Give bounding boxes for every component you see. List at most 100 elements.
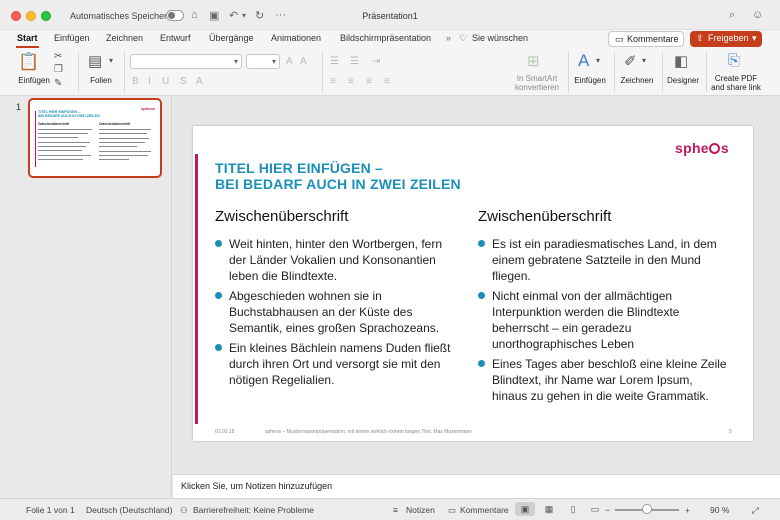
- notes-pane[interactable]: Klicken Sie, um Notizen hinzuzufügen: [173, 474, 780, 498]
- align-left-icon[interactable]: ≡: [330, 76, 336, 90]
- slides-dropdown-icon[interactable]: ▾: [109, 56, 113, 65]
- new-slide-icon[interactable]: ▤: [88, 52, 102, 70]
- account-icon[interactable]: ☺: [752, 9, 763, 21]
- tab-zeichnen[interactable]: Zeichnen: [106, 33, 143, 43]
- font-color-icon[interactable]: A: [196, 76, 203, 90]
- font-family-select[interactable]: ▾: [130, 54, 242, 69]
- language-indicator[interactable]: Deutsch (Deutschland): [86, 505, 172, 515]
- bullet-item: Eines Tages aber beschloß eine kleine Ze…: [478, 356, 728, 404]
- pdf-label-2[interactable]: and share link: [710, 83, 762, 93]
- accessibility-status[interactable]: Barrierefreiheit: Keine Probleme: [193, 505, 314, 515]
- notes-placeholder[interactable]: Klicken Sie, um Notizen hinzuzufügen: [181, 481, 332, 491]
- thumbnail-text-line: [38, 159, 83, 160]
- insert-label[interactable]: Einfügen: [572, 76, 608, 86]
- zoom-in-icon[interactable]: +: [685, 505, 690, 515]
- indent-icon[interactable]: ⇥: [372, 56, 380, 70]
- bold-icon[interactable]: B: [132, 76, 139, 90]
- slideshow-icon[interactable]: ▭: [585, 502, 605, 516]
- tab-start[interactable]: Start: [17, 33, 38, 43]
- paste-icon[interactable]: 📋: [18, 52, 39, 72]
- right-subheading[interactable]: Zwischenüberschrift: [478, 208, 611, 225]
- search-icon[interactable]: ⌕: [729, 9, 735, 22]
- accessibility-icon[interactable]: ⚇: [180, 505, 188, 516]
- comments-button[interactable]: ▭ Kommentare: [608, 31, 684, 47]
- thumbnail-title: TITEL HIER EINFÜGEN – BEI BEDARF AUCH IN …: [38, 110, 100, 118]
- slide-sorter-icon[interactable]: ▦: [539, 502, 559, 516]
- left-bullet-list[interactable]: Weit hinten, hinter den Wortbergen, fern…: [215, 236, 460, 392]
- italic-icon[interactable]: I: [148, 76, 151, 90]
- zoom-level[interactable]: 90 %: [710, 505, 729, 515]
- fit-to-window-icon[interactable]: ⤢: [752, 505, 759, 516]
- slide-title-line1: TITEL HIER EINFÜGEN –: [215, 160, 384, 176]
- thumbnail-accent-bar: [35, 111, 36, 167]
- tab-uebergaenge[interactable]: Übergänge: [209, 33, 254, 43]
- pdf-icon[interactable]: ⎘: [728, 52, 740, 69]
- notes-toggle[interactable]: Notizen: [406, 505, 435, 515]
- reading-view-icon[interactable]: ▯: [563, 502, 583, 516]
- increase-font-icon[interactable]: A: [286, 56, 293, 70]
- ribbon-divider: [614, 52, 615, 92]
- left-subheading[interactable]: Zwischenüberschrift: [215, 208, 348, 225]
- align-right-icon[interactable]: ≡: [366, 76, 372, 90]
- normal-view-icon[interactable]: ▣: [515, 502, 535, 516]
- slide-accent-bar: [195, 154, 198, 424]
- align-center-icon[interactable]: ≡: [348, 76, 354, 90]
- close-window-button[interactable]: [11, 11, 21, 21]
- comments-icon[interactable]: ▭: [448, 505, 456, 516]
- draw-dropdown-icon[interactable]: ▾: [642, 56, 646, 65]
- format-painter-icon[interactable]: ✎: [54, 78, 62, 89]
- draw-label[interactable]: Zeichnen: [618, 76, 656, 86]
- thumbnail-text-line: [99, 159, 129, 160]
- slide-title[interactable]: TITEL HIER EINFÜGEN – BEI BEDARF AUCH IN…: [215, 160, 461, 192]
- insert-dropdown-icon[interactable]: ▾: [596, 56, 600, 65]
- undo-icon[interactable]: ↶: [229, 9, 238, 22]
- draw-icon[interactable]: ✐: [624, 52, 637, 70]
- bullets-icon[interactable]: ☰: [330, 56, 339, 70]
- slide[interactable]: sphe s TITEL HIER EINFÜGEN – BEI BEDARF A…: [193, 126, 753, 441]
- undo-dropdown-icon[interactable]: ▾: [242, 11, 246, 20]
- ribbon-divider: [124, 52, 125, 92]
- notes-icon[interactable]: ≡: [393, 505, 398, 515]
- tab-einfuegen[interactable]: Einfügen: [54, 33, 90, 43]
- numbering-icon[interactable]: ☰: [350, 56, 359, 70]
- comment-icon: ▭: [615, 34, 624, 44]
- title-bar: Automatisches Speichern ⌂ ▣ ↶ ▾ ↻ ··· Pr…: [0, 0, 780, 30]
- more-tabs-icon[interactable]: »: [446, 33, 451, 43]
- slide-thumbnail[interactable]: TITEL HIER EINFÜGEN – BEI BEDARF AUCH IN …: [28, 98, 162, 178]
- ribbon-divider: [78, 52, 79, 92]
- tab-animationen[interactable]: Animationen: [271, 33, 321, 43]
- tell-me-search[interactable]: Sie wünschen: [472, 33, 528, 43]
- tab-entwurf[interactable]: Entwurf: [160, 33, 191, 43]
- font-size-select[interactable]: ▾: [246, 54, 280, 69]
- designer-icon[interactable]: ◧: [674, 52, 688, 70]
- strikethrough-icon[interactable]: S: [180, 76, 187, 90]
- autosave-toggle[interactable]: [166, 10, 184, 21]
- thumbnail-text-line: [99, 146, 137, 147]
- tab-bildschirmpraesentation[interactable]: Bildschirmpräsentation: [340, 33, 431, 43]
- comments-toggle[interactable]: Kommentare: [460, 505, 509, 515]
- save-icon[interactable]: ▣: [209, 9, 219, 22]
- paste-label[interactable]: Einfügen: [14, 76, 54, 86]
- thumbnail-text-line: [99, 129, 151, 130]
- home-icon[interactable]: ⌂: [191, 9, 198, 21]
- insert-shape-icon[interactable]: A: [578, 51, 589, 71]
- logo-ring: [709, 143, 721, 154]
- zoom-window-button[interactable]: [41, 11, 51, 21]
- thumbnail-text-line: [38, 146, 86, 147]
- redo-icon[interactable]: ↻: [255, 9, 264, 22]
- minimize-window-button[interactable]: [26, 11, 36, 21]
- designer-label[interactable]: Designer: [664, 76, 702, 86]
- copy-icon[interactable]: ❐: [54, 64, 63, 75]
- right-bullet-list[interactable]: Es ist ein paradiesmatisches Land, in de…: [478, 236, 728, 408]
- underline-icon[interactable]: U: [162, 76, 169, 90]
- justify-icon[interactable]: ≡: [384, 76, 390, 90]
- cut-icon[interactable]: ✂: [54, 51, 62, 62]
- more-icon[interactable]: ···: [275, 9, 286, 21]
- decrease-font-icon[interactable]: A: [300, 56, 307, 70]
- slides-label[interactable]: Folien: [86, 76, 116, 86]
- zoom-slider-handle[interactable]: [642, 504, 652, 514]
- autosave-label: Automatisches Speichern: [70, 11, 173, 21]
- zoom-out-icon[interactable]: −: [605, 505, 610, 515]
- slide-thumbnails-pane: 1 TITEL HIER EINFÜGEN – BEI BEDARF AUCH I…: [0, 96, 172, 498]
- share-button[interactable]: ⇪ Freigeben ▾: [690, 31, 762, 47]
